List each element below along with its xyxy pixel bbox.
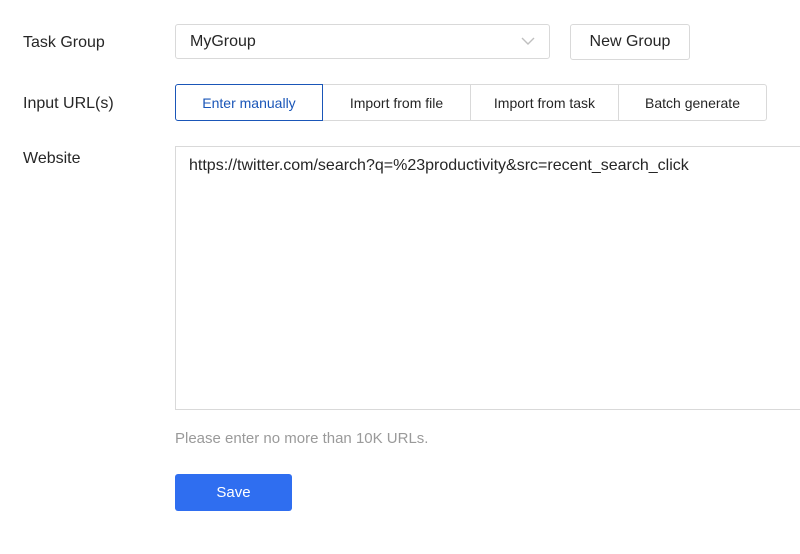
- task-settings-form: Task Group MyGroup New Group Input URL(s…: [0, 0, 800, 554]
- url-limit-hint: Please enter no more than 10K URLs.: [175, 430, 429, 447]
- website-url-text: https://twitter.com/search?q=%23producti…: [189, 157, 689, 174]
- task-group-select[interactable]: MyGroup: [175, 24, 550, 59]
- tab-batch-generate[interactable]: Batch generate: [618, 84, 767, 121]
- input-urls-label: Input URL(s): [23, 95, 114, 112]
- input-method-tabs: Enter manually Import from file Import f…: [175, 84, 767, 121]
- tab-import-from-task[interactable]: Import from task: [470, 84, 619, 121]
- website-label: Website: [23, 150, 81, 167]
- task-group-selected-value: MyGroup: [190, 32, 256, 50]
- save-button[interactable]: Save: [175, 474, 292, 511]
- chevron-down-icon: [521, 37, 535, 45]
- tab-enter-manually[interactable]: Enter manually: [175, 84, 323, 121]
- task-group-label: Task Group: [23, 34, 105, 51]
- new-group-button[interactable]: New Group: [570, 24, 690, 60]
- tab-import-from-file[interactable]: Import from file: [322, 84, 471, 121]
- website-urls-textarea[interactable]: https://twitter.com/search?q=%23producti…: [175, 146, 800, 410]
